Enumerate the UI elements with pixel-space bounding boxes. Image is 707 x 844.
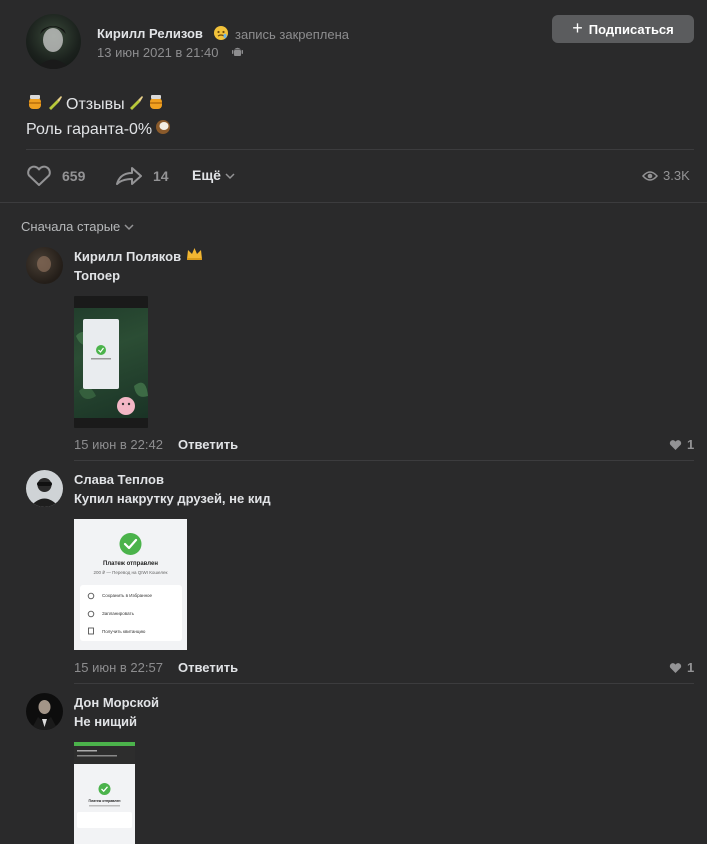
plus-icon: + bbox=[572, 18, 583, 38]
heart-icon bbox=[669, 439, 682, 450]
more-label: Ещё bbox=[192, 167, 221, 183]
views-count: 3.3K bbox=[663, 168, 690, 183]
comment-image-thumbnail[interactable] bbox=[74, 296, 148, 428]
chevron-down-icon bbox=[124, 219, 134, 234]
post-divider bbox=[26, 149, 694, 150]
reply-button[interactable]: Ответить bbox=[178, 437, 238, 452]
honey-pot-icon bbox=[147, 93, 165, 116]
honey-pot-icon bbox=[26, 93, 44, 116]
comment-image-thumbnail[interactable]: Платеж отправлен bbox=[74, 742, 135, 844]
eye-icon bbox=[642, 170, 658, 181]
coconut-icon bbox=[154, 118, 172, 141]
comment-text: Не нищий bbox=[74, 714, 138, 729]
comment-divider bbox=[74, 460, 694, 461]
crown-icon bbox=[186, 247, 203, 261]
pinned-label: запись закреплена bbox=[235, 27, 349, 42]
android-icon bbox=[232, 45, 243, 57]
image-menu-item: Получить квитанцию bbox=[102, 629, 146, 634]
comment-avatar[interactable] bbox=[26, 693, 63, 730]
comment-divider bbox=[74, 683, 694, 684]
comment-like-count: 1 bbox=[687, 660, 695, 675]
heart-icon bbox=[669, 662, 682, 673]
post-guarantee-text: Роль гаранта-0% bbox=[26, 120, 153, 138]
comment-text: Топоер bbox=[74, 268, 121, 283]
like-button[interactable]: 659 bbox=[26, 165, 85, 187]
comment-date: 15 июн в 22:42 bbox=[74, 437, 163, 452]
share-button[interactable]: 14 bbox=[115, 165, 169, 187]
image-payment-title: Платеж отправлен bbox=[103, 561, 158, 567]
comment-like-button[interactable]: 1 bbox=[669, 660, 694, 675]
comment-text: Купил накрутку друзей, не кид bbox=[74, 491, 271, 506]
subscribe-label: Подписаться bbox=[588, 21, 674, 37]
post-text-line-1: Отзывы bbox=[26, 93, 165, 116]
post-text-line-2: Роль гаранта-0% bbox=[26, 118, 172, 141]
heart-icon bbox=[27, 165, 51, 186]
section-divider bbox=[0, 202, 707, 203]
subscribe-button[interactable]: + Подписаться bbox=[552, 15, 694, 43]
pinned-emoji-icon bbox=[213, 25, 229, 41]
avatar-silhouette bbox=[36, 26, 70, 69]
comment-date: 15 июн в 22:57 bbox=[74, 660, 163, 675]
share-count: 14 bbox=[153, 168, 169, 184]
image-payment-title: Платеж отправлен bbox=[88, 799, 121, 803]
image-menu-item: Сохранить в Избранное bbox=[102, 593, 153, 598]
comment-avatar[interactable] bbox=[26, 470, 63, 507]
more-dropdown[interactable]: Ещё bbox=[192, 167, 235, 183]
bottle-icon bbox=[46, 93, 64, 116]
share-arrow-icon bbox=[116, 167, 142, 185]
bottle-icon bbox=[127, 93, 145, 116]
comment-author[interactable]: Слава Теплов bbox=[74, 472, 164, 487]
chevron-down-icon bbox=[225, 167, 235, 183]
comment-author[interactable]: Кирилл Поляков bbox=[74, 249, 181, 264]
sort-dropdown[interactable]: Сначала старые bbox=[21, 219, 134, 234]
comment-author[interactable]: Дон Морской bbox=[74, 695, 159, 710]
comment-like-count: 1 bbox=[687, 437, 695, 452]
sort-label: Сначала старые bbox=[21, 219, 121, 234]
post-author-name[interactable]: Кирилл Релизов bbox=[97, 26, 203, 41]
post-author-avatar[interactable] bbox=[26, 14, 81, 69]
comment-image-thumbnail[interactable]: Платеж отправлен 200 ₽ — Перевод на QIWI… bbox=[74, 519, 187, 650]
image-payment-subtitle: 200 ₽ — Перевод на QIWI Кошелек bbox=[93, 570, 168, 575]
post-date[interactable]: 13 июн 2021 в 21:40 bbox=[97, 45, 218, 60]
post-title-text: Отзывы bbox=[66, 95, 125, 113]
like-count: 659 bbox=[62, 168, 86, 184]
reply-button[interactable]: Ответить bbox=[178, 660, 238, 675]
comment-like-button[interactable]: 1 bbox=[669, 437, 694, 452]
comment-avatar[interactable] bbox=[26, 247, 63, 284]
image-menu-item: Запланировать bbox=[102, 611, 134, 616]
views-counter: 3.3K bbox=[642, 168, 690, 183]
